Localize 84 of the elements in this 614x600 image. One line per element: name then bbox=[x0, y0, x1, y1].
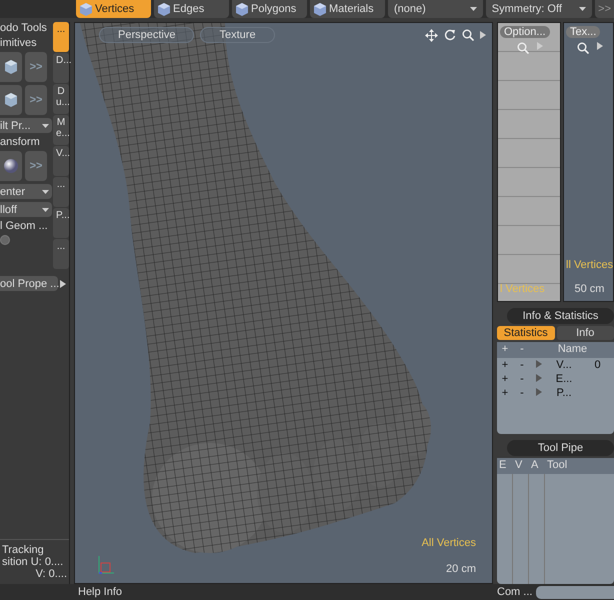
sphere-icon bbox=[3, 158, 19, 174]
caret-icon bbox=[42, 190, 49, 194]
cube-icon bbox=[4, 59, 18, 75]
view-button[interactable]: Perspective bbox=[99, 27, 194, 43]
rotate-icon[interactable] bbox=[444, 29, 456, 41]
tool-button[interactable] bbox=[0, 151, 22, 181]
vertical-tab[interactable]: P... bbox=[53, 208, 69, 238]
tool-button[interactable] bbox=[0, 52, 22, 82]
column-header: Name bbox=[531, 342, 614, 358]
cube-icon bbox=[158, 2, 170, 16]
vertical-tab[interactable]: ... bbox=[53, 177, 69, 207]
selection-mode-tab[interactable]: Materials bbox=[310, 0, 385, 18]
search-icon[interactable] bbox=[576, 42, 588, 54]
panel-title: Info & Statistics bbox=[507, 308, 614, 324]
selection-mode-tab[interactable]: Edges bbox=[154, 0, 229, 18]
column-header: A bbox=[529, 458, 545, 474]
remove-button[interactable]: - bbox=[513, 358, 531, 372]
vertical-tab[interactable]: ... bbox=[53, 22, 69, 52]
section-header: imitives bbox=[0, 37, 38, 49]
panel-title: odo Tools bbox=[0, 22, 48, 34]
remove-button[interactable]: - bbox=[513, 372, 531, 386]
add-button[interactable]: + bbox=[497, 386, 513, 400]
column-header: E bbox=[497, 458, 513, 474]
column-header: + bbox=[497, 342, 513, 358]
caret-icon bbox=[42, 208, 49, 212]
command-field[interactable] bbox=[536, 586, 614, 598]
vertical-tab[interactable]: Me... bbox=[53, 115, 69, 145]
dropdown[interactable]: ilt Pr... bbox=[0, 118, 52, 133]
caret-icon bbox=[42, 124, 49, 128]
table-cell-text: 0 bbox=[593, 358, 602, 372]
more-button[interactable]: >> bbox=[595, 0, 614, 18]
section-header: ansform bbox=[0, 136, 41, 148]
toolbar-dropdown[interactable]: Symmetry: Off bbox=[486, 0, 592, 18]
cube-icon bbox=[236, 2, 248, 16]
column-header: V bbox=[513, 458, 529, 474]
search-icon[interactable] bbox=[517, 42, 529, 54]
column-header: Tool bbox=[545, 458, 614, 474]
table-cell-text: P... bbox=[555, 386, 573, 400]
cube-icon bbox=[80, 2, 92, 16]
help-info-text: Help Info bbox=[78, 586, 124, 598]
caret-icon bbox=[470, 7, 477, 11]
play-icon[interactable] bbox=[60, 280, 66, 288]
remove-button[interactable]: - bbox=[513, 386, 531, 400]
shading-button[interactable]: Texture bbox=[200, 27, 275, 43]
command-label: Com ... bbox=[497, 586, 532, 598]
table-cell-text: E... bbox=[554, 372, 574, 386]
panel-tab[interactable]: Statistics bbox=[497, 326, 554, 340]
vertical-tab[interactable]: ... bbox=[53, 239, 69, 269]
selection-mode-tab[interactable]: Polygons bbox=[232, 0, 307, 18]
view-button[interactable]: Tex... bbox=[566, 26, 600, 38]
dropdown[interactable]: enter bbox=[0, 184, 52, 199]
axis-icon bbox=[97, 555, 115, 575]
move-icon[interactable] bbox=[425, 28, 438, 42]
add-button[interactable]: + bbox=[497, 372, 513, 386]
dropdown[interactable]: lloff bbox=[0, 202, 52, 217]
view-button[interactable]: Option... bbox=[500, 26, 550, 38]
selection-label: l Vertices bbox=[500, 283, 545, 295]
tool-label: l Geom ... bbox=[0, 220, 49, 232]
cube-icon bbox=[314, 2, 326, 16]
caret-icon bbox=[579, 7, 586, 11]
play-icon[interactable] bbox=[596, 42, 602, 50]
panel-title: Tool Pipe bbox=[507, 440, 614, 456]
add-button[interactable]: + bbox=[497, 358, 513, 372]
vertical-tab[interactable]: Du... bbox=[53, 84, 69, 114]
scale-label: 20 cm bbox=[446, 563, 476, 575]
selection-label: All Vertices bbox=[422, 537, 476, 549]
tool-button[interactable] bbox=[0, 85, 22, 115]
selection-mode-tab[interactable]: Vertices bbox=[76, 0, 151, 18]
tracking-label: Tracking bbox=[2, 544, 44, 556]
search-icon[interactable] bbox=[462, 29, 474, 41]
toolbar-dropdown[interactable]: (none) bbox=[388, 0, 483, 18]
position-u-text: sition U: 0.... bbox=[2, 556, 64, 568]
position-v-text: V: 0.... bbox=[36, 568, 67, 580]
cube-icon bbox=[4, 92, 18, 108]
selection-label: ll Vertices bbox=[566, 259, 613, 271]
table-cell-text: V... bbox=[555, 358, 573, 372]
column-header: - bbox=[513, 342, 531, 358]
vertical-tab[interactable]: V... bbox=[53, 146, 69, 176]
dropdown[interactable]: ool Prope ... bbox=[0, 276, 58, 291]
scale-label: 50 cm bbox=[574, 283, 604, 295]
play-icon[interactable] bbox=[480, 31, 486, 39]
toggle-icon[interactable] bbox=[0, 235, 10, 245]
panel-tab[interactable]: Info bbox=[556, 326, 614, 340]
vertical-tab[interactable]: D... bbox=[53, 53, 69, 83]
